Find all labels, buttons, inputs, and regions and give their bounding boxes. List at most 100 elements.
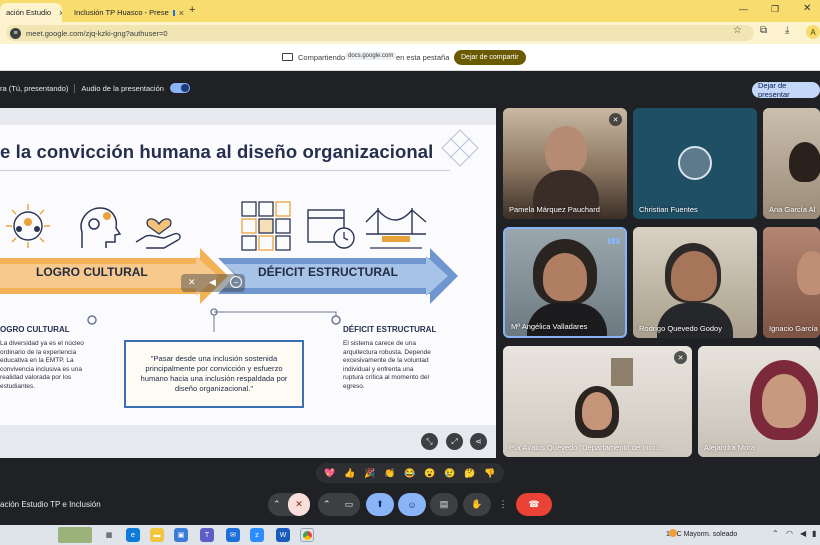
volume-icon[interactable]: ◀ bbox=[800, 529, 806, 538]
presentation-audio-toggle[interactable] bbox=[169, 83, 190, 93]
presentation-info: ra (Tú, presentando) Audio de la present… bbox=[0, 83, 190, 93]
participant-name: Ana García Al bbox=[769, 205, 816, 214]
clap-reaction[interactable]: 👏 bbox=[384, 468, 395, 479]
share-icon[interactable]: ⋖ bbox=[470, 433, 487, 450]
participant-tile[interactable]: Rodrigo Quevedo Godoy bbox=[633, 227, 757, 338]
pop-out-icon[interactable]: ⤡ bbox=[421, 433, 438, 450]
reactions-bar: 💖 👍 🎉 👏 😂 😮 😢 🤔 👎 bbox=[316, 463, 504, 483]
connector-lines bbox=[87, 308, 341, 332]
meeting-name: ación Estudio TP e Inclusión bbox=[0, 500, 101, 509]
window-close-icon[interactable]: ✕ bbox=[803, 3, 811, 14]
tab-label: ación Estudio bbox=[6, 8, 52, 17]
new-tab-button[interactable]: + bbox=[189, 4, 195, 16]
more-options-icon[interactable]: ⋮ bbox=[495, 493, 511, 516]
participant-face bbox=[582, 392, 612, 430]
wall-picture bbox=[611, 358, 633, 386]
remove-icon[interactable]: − bbox=[230, 276, 242, 288]
captions-button[interactable]: ▤ bbox=[430, 493, 458, 516]
participant-tile[interactable]: Ana García Al bbox=[763, 108, 820, 219]
teams-icon[interactable]: T bbox=[200, 528, 214, 542]
thumbs-down-reaction[interactable]: 👎 bbox=[484, 468, 495, 479]
surprised-reaction[interactable]: 😮 bbox=[424, 468, 435, 479]
camera-toggle-button[interactable]: ▭ bbox=[338, 493, 360, 516]
presenter-label: ra (Tú, presentando) bbox=[0, 83, 69, 93]
wifi-icon[interactable]: ◠ bbox=[786, 529, 793, 538]
present-screen-button[interactable]: ⬆ bbox=[366, 493, 394, 516]
store-icon[interactable]: ▣ bbox=[174, 528, 188, 542]
participant-face bbox=[762, 374, 806, 428]
participant-name: Christian Fuentes bbox=[639, 205, 698, 214]
deficit-estructural-arrow-label: DÉFICIT ESTRUCTURAL bbox=[258, 265, 398, 279]
word-icon[interactable]: W bbox=[276, 528, 290, 542]
head-gears-icon bbox=[80, 207, 122, 248]
mail-icon[interactable]: ✉ bbox=[226, 528, 240, 542]
laugh-reaction[interactable]: 😂 bbox=[404, 468, 415, 479]
emoji-reactions-button[interactable]: ☺ bbox=[398, 493, 426, 516]
logro-cultural-arrow-label: LOGRO CULTURAL bbox=[36, 265, 148, 279]
task-view-icon[interactable]: ▦ bbox=[102, 528, 116, 542]
bookmark-star-icon[interactable]: ☆ bbox=[733, 25, 742, 36]
browser-tab-strip: ación Estudio × Inclusión TP Huasco - Pr… bbox=[0, 0, 820, 22]
file-explorer-icon[interactable]: ▬ bbox=[150, 528, 164, 542]
slide-title: e la convicción humana al diseño organiz… bbox=[0, 141, 434, 162]
minimize-icon[interactable]: — bbox=[739, 4, 748, 14]
participant-name: Pamela Márquez Pauchard bbox=[509, 205, 600, 214]
mic-off-icon: ✕ bbox=[609, 113, 622, 126]
thinking-reaction[interactable]: 🤔 bbox=[464, 468, 475, 479]
participant-face bbox=[545, 126, 587, 174]
participant-face bbox=[543, 253, 587, 301]
edge-icon[interactable]: e bbox=[126, 528, 140, 542]
participant-tile[interactable]: ✕ Pía Ávalos Quevedo "Departamento de In… bbox=[503, 346, 692, 457]
participant-name: Pía Ávalos Quevedo "Departamento de Incl… bbox=[509, 443, 665, 452]
maximize-icon[interactable]: ❐ bbox=[771, 4, 779, 15]
right-section-heading: DÉFICIT ESTRUCTURAL bbox=[343, 325, 437, 334]
participant-tile[interactable]: Christian Fuentes bbox=[633, 108, 757, 219]
participant-tile[interactable]: ✕ Pamela Márquez Pauchard bbox=[503, 108, 627, 219]
site-info-icon[interactable]: ≡ bbox=[10, 27, 21, 39]
mic-off-icon: ✕ bbox=[674, 351, 687, 364]
mic-off-icon[interactable]: ✕ bbox=[188, 277, 196, 288]
party-reaction[interactable]: 🎉 bbox=[364, 468, 375, 479]
tab-slides[interactable]: Inclusión TP Huasco - Prese × bbox=[64, 3, 184, 22]
chrome-icon[interactable] bbox=[300, 528, 314, 542]
url-field[interactable]: ≡ meet.google.com/zjq-kzki-gng?authuser=… bbox=[6, 25, 754, 41]
raise-hand-button[interactable]: ✋ bbox=[463, 493, 491, 516]
download-icon[interactable]: ⤓ bbox=[785, 25, 789, 36]
presentation-slide: e la convicción humana al diseño organiz… bbox=[0, 108, 496, 458]
title-rule bbox=[0, 170, 450, 171]
sad-reaction[interactable]: 😢 bbox=[444, 468, 455, 479]
widgets-thumbnail[interactable] bbox=[58, 527, 92, 543]
profile-avatar[interactable]: A bbox=[806, 25, 820, 39]
stop-presenting-button[interactable]: Dejar de presentar bbox=[752, 81, 820, 99]
zoom-icon[interactable]: z bbox=[250, 528, 264, 542]
tray-chevron-icon[interactable]: ⌃ bbox=[772, 529, 779, 538]
close-icon[interactable]: × bbox=[59, 8, 62, 18]
org-chart-icon bbox=[241, 201, 291, 251]
battery-icon[interactable]: ▮ bbox=[812, 529, 816, 538]
left-section-heading: OGRO CULTURAL bbox=[0, 325, 70, 334]
participant-tile-speaking[interactable]: ▮▮▮ Mª Angélica Valladares bbox=[503, 227, 627, 338]
participant-face bbox=[789, 142, 820, 182]
audio-label: Audio de la presentación bbox=[81, 83, 164, 93]
volume-icon[interactable]: ◀ bbox=[209, 277, 216, 288]
screen-share-icon bbox=[282, 53, 293, 61]
thumbs-up-reaction[interactable]: 👍 bbox=[344, 468, 355, 479]
mic-toggle-button[interactable]: ✕ bbox=[288, 493, 310, 516]
weather-sun-icon bbox=[669, 529, 677, 537]
divider bbox=[74, 83, 76, 93]
avatar bbox=[678, 146, 712, 180]
sharing-suffix: en esta pestaña bbox=[396, 53, 450, 62]
speaking-indicator-icon: ▮▮▮ bbox=[606, 236, 621, 245]
tab-meet[interactable]: ación Estudio × bbox=[0, 3, 62, 22]
extensions-icon[interactable]: ⧉ bbox=[760, 25, 767, 36]
stop-sharing-button[interactable]: Dejar de compartir bbox=[454, 50, 526, 65]
fullscreen-icon[interactable]: ⤢ bbox=[446, 433, 463, 450]
heart-reaction[interactable]: 💖 bbox=[324, 468, 335, 479]
people-network-icon bbox=[6, 204, 50, 248]
participant-name: Alejandra Mora bbox=[704, 443, 755, 452]
end-call-button[interactable]: ☎ bbox=[516, 493, 552, 516]
close-icon[interactable]: × bbox=[179, 8, 184, 18]
participant-tile[interactable]: Ignacio García bbox=[763, 227, 820, 338]
participant-tile[interactable]: Alejandra Mora bbox=[698, 346, 820, 457]
right-section-body: El sistema carece de una arquitectura rob… bbox=[343, 340, 431, 390]
